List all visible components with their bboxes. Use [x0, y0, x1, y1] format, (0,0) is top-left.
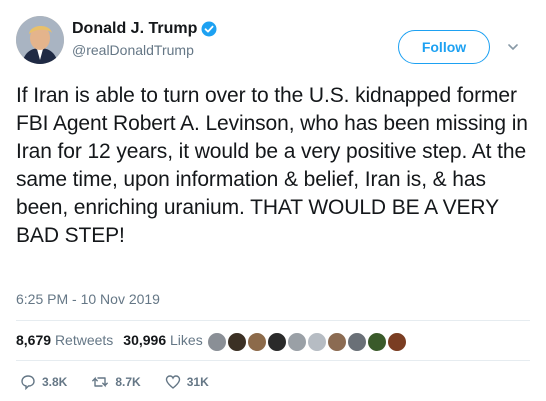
tweet-actions: 3.8K 8.7K 31K: [20, 374, 233, 390]
chevron-down-icon[interactable]: [506, 40, 520, 54]
liker-avatars[interactable]: [206, 331, 408, 353]
likes-stat[interactable]: 30,996 Likes: [123, 332, 202, 348]
retweets-count: 8,679: [16, 332, 52, 348]
liker-avatar[interactable]: [226, 331, 248, 353]
like-button[interactable]: 31K: [165, 374, 209, 390]
divider: [16, 360, 530, 361]
retweet-count: 8.7K: [115, 375, 141, 389]
liker-avatar[interactable]: [246, 331, 268, 353]
retweet-icon: [92, 376, 109, 388]
verified-badge-icon: [201, 21, 217, 37]
retweets-stat[interactable]: 8,679 Retweets: [16, 332, 113, 348]
liker-avatar[interactable]: [366, 331, 388, 353]
like-count: 31K: [186, 375, 209, 389]
reply-icon: [21, 375, 35, 390]
tweet-text: If Iran is able to turn over to the U.S.…: [16, 84, 528, 247]
liker-avatar[interactable]: [386, 331, 408, 353]
retweets-label: Retweets: [54, 332, 114, 348]
liker-avatar[interactable]: [346, 331, 368, 353]
liker-avatar[interactable]: [306, 331, 328, 353]
liker-avatar[interactable]: [286, 331, 308, 353]
avatar[interactable]: [16, 16, 64, 64]
heart-icon: [165, 375, 180, 389]
retweet-button[interactable]: 8.7K: [91, 374, 141, 390]
handle[interactable]: @realDonaldTrump: [72, 42, 217, 58]
reply-button[interactable]: 3.8K: [20, 374, 67, 390]
tweet-timestamp[interactable]: 6:25 PM - 10 Nov 2019: [16, 291, 160, 307]
tweet-stats: 8,679 Retweets 30,996 Likes: [16, 332, 203, 348]
liker-avatar[interactable]: [326, 331, 348, 353]
likes-count: 30,996: [123, 332, 167, 348]
author-block[interactable]: Donald J. Trump @realDonaldTrump: [72, 20, 217, 58]
reply-count: 3.8K: [42, 375, 68, 389]
liker-avatar[interactable]: [206, 331, 228, 353]
follow-button[interactable]: Follow: [398, 30, 490, 64]
divider: [16, 320, 530, 321]
display-name[interactable]: Donald J. Trump: [72, 20, 197, 38]
liker-avatar[interactable]: [266, 331, 288, 353]
likes-label: Likes: [170, 332, 203, 348]
